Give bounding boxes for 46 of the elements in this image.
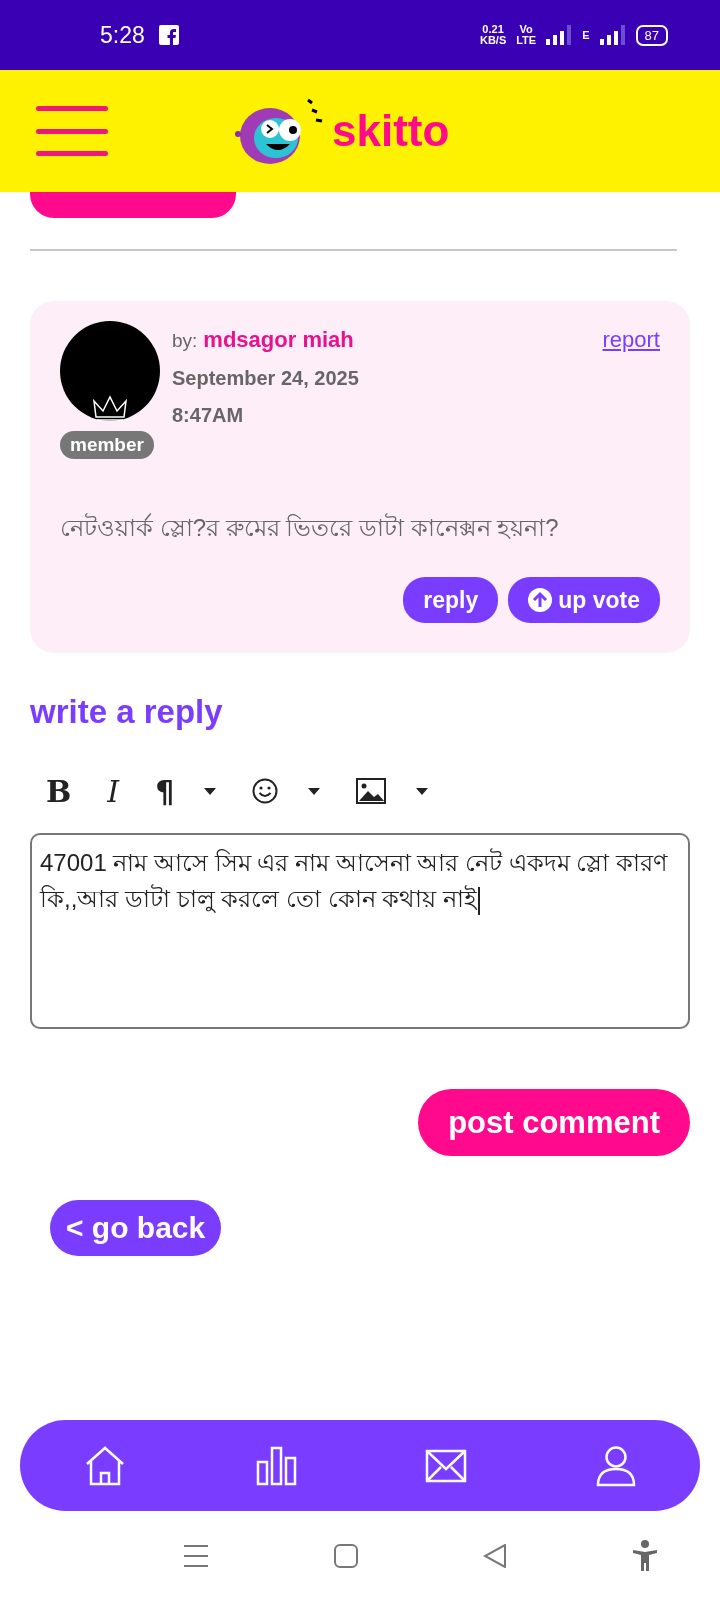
image-button[interactable] <box>356 778 429 804</box>
bar-chart-icon <box>254 1445 297 1486</box>
up-arrow-circle-icon <box>528 588 553 612</box>
author-link[interactable]: mdsagor miah <box>203 327 354 353</box>
member-badge: member <box>60 431 154 459</box>
crown-icon <box>92 395 128 421</box>
report-link[interactable]: report <box>602 327 660 353</box>
facebook-icon <box>158 25 179 45</box>
caret-down-icon <box>308 787 321 795</box>
logo-text: skitto <box>332 106 450 156</box>
post-comment-button[interactable]: post comment <box>418 1089 690 1156</box>
signal-icon <box>599 25 626 45</box>
home-square-icon[interactable] <box>333 1543 358 1568</box>
smiley-icon <box>252 778 279 804</box>
emoji-button[interactable] <box>252 778 321 804</box>
by-label: by: <box>172 330 198 352</box>
bold-button[interactable]: B <box>46 773 72 809</box>
italic-button[interactable]: I <box>107 773 120 809</box>
paragraph-button[interactable]: ¶ <box>155 773 217 809</box>
mail-icon <box>425 1448 468 1483</box>
back-icon[interactable] <box>482 1543 507 1568</box>
nav-button[interactable] <box>425 1448 468 1483</box>
menu-icon[interactable] <box>182 1543 209 1568</box>
image-icon <box>356 778 387 804</box>
caret-down-icon <box>416 787 429 795</box>
nav-button[interactable] <box>595 1444 636 1487</box>
menu-button[interactable] <box>36 106 108 156</box>
signal-icon <box>546 25 573 45</box>
network-type: E <box>582 29 590 41</box>
comment-text: নেটওয়ার্ক স্লো?র রুমের ভিতরে ডাটা কানেক্সন হয়না? <box>60 512 560 543</box>
comment-date: September 24, 2025 <box>172 367 360 390</box>
battery-indicator: 87 <box>635 24 668 46</box>
volte-indicator: Vo LTE <box>516 24 537 46</box>
profile-icon <box>595 1444 636 1487</box>
nav-button[interactable] <box>254 1445 297 1486</box>
reply-field[interactable]: 47001 নাম আসে সিম এর নাম আসেনা আর নেট একদম স্লো কারণ কি,,আর ডাটা চালু করলে তো কোন কথায় নাই <box>30 833 690 1029</box>
reply-button[interactable]: reply <box>403 577 499 623</box>
clock: 5:28 <box>100 21 145 49</box>
caret-down-icon <box>204 787 217 795</box>
go-back-button[interactable]: < go back <box>50 1200 222 1256</box>
reply-heading: write a reply <box>30 693 224 731</box>
comment-time: 8:47AM <box>172 404 245 427</box>
upvote-button[interactable]: up vote <box>508 577 660 623</box>
accessibility-icon[interactable] <box>631 1539 658 1572</box>
follow-button[interactable] <box>30 192 236 218</box>
network-speed: 0.21 KB/S <box>479 24 507 46</box>
